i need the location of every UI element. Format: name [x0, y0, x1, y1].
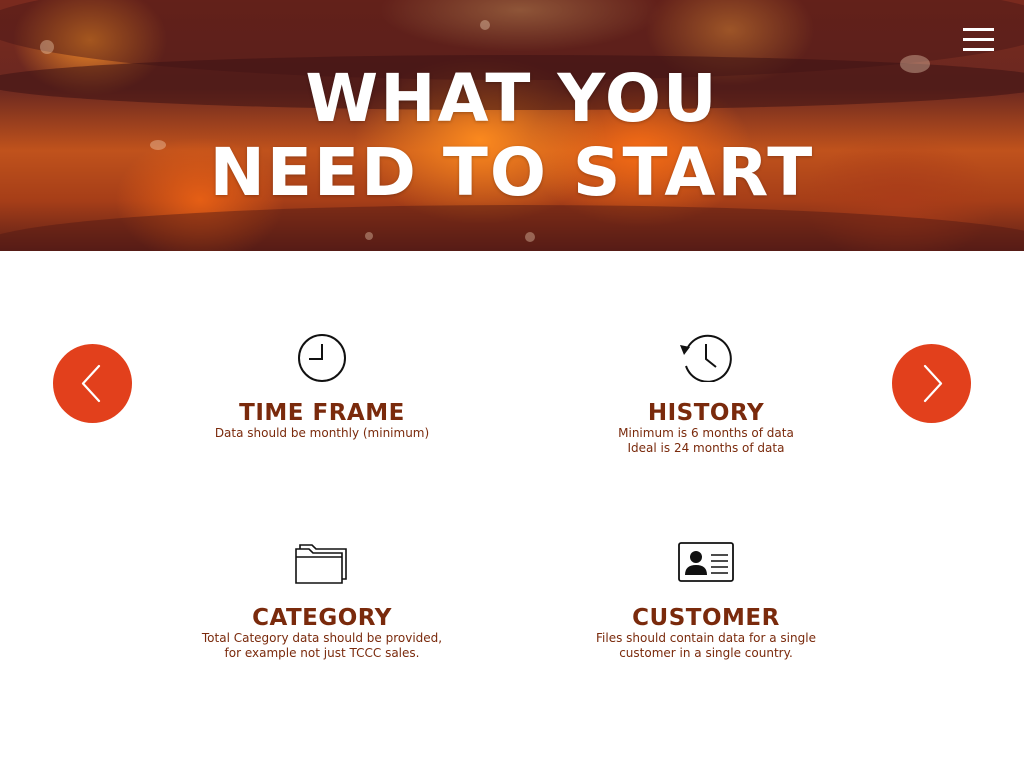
hamburger-menu-button[interactable] [963, 28, 994, 52]
hero-bubble [40, 40, 54, 54]
customer-title: CUSTOMER [632, 605, 780, 631]
page-title-line-1: WHAT YOU [305, 60, 719, 137]
history-description-line-2: Ideal is 24 months of data [627, 441, 785, 455]
customer-description-line-2: customer in a single country. [619, 646, 793, 660]
hero-bubble [365, 232, 373, 240]
category-description-line-1: Total Category data should be provided, [201, 631, 443, 645]
hero-bubble [525, 232, 535, 242]
page-title: WHAT YOU NEED TO START [0, 62, 1024, 210]
time-frame-description: Data should be monthly (minimum) [214, 426, 430, 440]
chevron-left-icon [81, 364, 101, 403]
next-slide-button[interactable] [892, 344, 971, 423]
previous-slide-button[interactable] [53, 344, 132, 423]
hero-bubble [480, 20, 490, 30]
category-description-line-2: for example not just TCCC sales. [224, 646, 420, 660]
customer-description-line-1: Files should contain data for a single [596, 631, 816, 645]
hamburger-menu-icon [963, 48, 994, 51]
history-description-line-1: Minimum is 6 months of data [618, 426, 794, 440]
customer-card: CUSTOMER Files should contain data for a… [556, 535, 856, 661]
hamburger-menu-icon [963, 28, 994, 31]
history-card: HISTORY Minimum is 6 months of data Idea… [556, 330, 856, 456]
chevron-right-icon [923, 364, 943, 403]
hamburger-menu-icon [963, 38, 994, 41]
hero-liquid-wave [0, 205, 1024, 251]
hero-banner: WHAT YOU NEED TO START [0, 0, 1024, 251]
category-card: CATEGORY Total Category data should be p… [172, 535, 472, 661]
id-card-icon [678, 542, 734, 582]
history-title: HISTORY [647, 400, 765, 426]
page: WHAT YOU NEED TO START TIME FRAME Data s… [0, 0, 1024, 768]
history-icon [680, 334, 732, 382]
time-frame-card: TIME FRAME Data should be monthly (minim… [172, 330, 472, 441]
category-title: CATEGORY [252, 605, 392, 631]
folder-icon [295, 544, 347, 584]
time-frame-title: TIME FRAME [239, 400, 405, 426]
page-title-line-2: NEED TO START [209, 134, 815, 211]
clock-icon [298, 334, 346, 382]
